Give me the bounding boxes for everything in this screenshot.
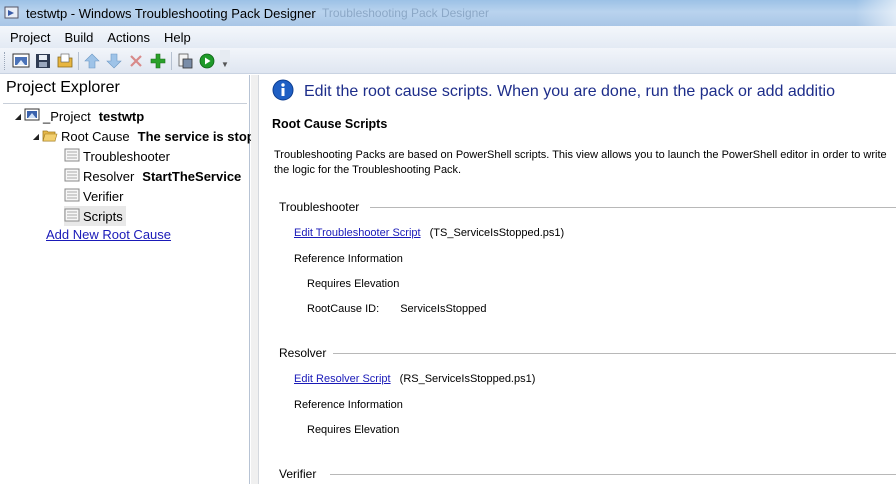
run-icon[interactable] [196,50,218,72]
document-icon [64,148,80,165]
title-glow [856,0,896,26]
folder-icon [42,128,58,145]
toolbar-separator [171,51,172,70]
explorer-divider [3,103,247,104]
document-icon [64,188,80,205]
group-divider [330,474,896,475]
save-icon[interactable] [32,50,54,72]
move-down-icon[interactable] [103,50,125,72]
rootcause-id-value: ServiceIsStopped [400,303,487,315]
edit-resolver-script-link[interactable]: Edit Resolver Script [294,373,391,385]
group-divider [370,207,896,208]
title-bar: testwtp - Windows Troubleshooting Pack D… [0,0,896,26]
tree-item-label: Scripts [83,208,123,224]
troubleshooter-script-file: (TS_ServiceIsStopped.ps1) [429,227,565,239]
tree-item-scripts[interactable]: Scripts [64,206,126,226]
rootcause-id-row: RootCause ID: ServiceIsStopped [307,303,486,315]
resolver-value: StartTheService [142,168,242,184]
resolver-group-title: Resolver [279,346,327,360]
rootcause-id-label: RootCause ID: [307,303,380,315]
tree-item-troubleshooter[interactable]: Troubleshooter [64,146,170,166]
build-icon[interactable] [174,50,196,72]
root-cause-label: Root Cause [61,128,130,144]
troubleshooter-requires-elevation: Requires Elevation [307,278,400,290]
info-message: Edit the root cause scripts. When you ar… [304,82,835,100]
menu-project[interactable]: Project [3,28,57,47]
tree-item-root-cause[interactable]: ◢ Root Cause The service is stop [30,126,255,146]
delete-icon[interactable] [125,50,147,72]
document-icon [64,168,80,185]
explorer-title: Project Explorer [6,79,120,96]
tree-item-project[interactable]: ◢ _Project testwtp [12,106,144,126]
project-label: _Project [43,108,91,124]
section-heading: Root Cause Scripts [272,117,388,131]
info-icon [272,79,294,104]
app-icon [4,5,20,21]
menu-actions[interactable]: Actions [100,28,157,47]
project-properties-icon[interactable] [10,50,32,72]
window-title: testwtp - Windows Troubleshooting Pack D… [26,5,316,21]
troubleshooter-group-title: Troubleshooter [279,200,360,214]
resolver-reference-label: Reference Information [294,399,403,411]
menu-help[interactable]: Help [157,28,198,47]
tree-item-label: Resolver [83,168,135,184]
troubleshooter-reference-label: Reference Information [294,253,403,265]
resolver-requires-elevation: Requires Elevation [307,424,400,436]
add-icon[interactable] [147,50,169,72]
menu-bar: Project Build Actions Help [0,26,896,48]
edit-troubleshooter-script-link[interactable]: Edit Troubleshooter Script [294,227,421,239]
toolbar-separator [78,51,79,70]
toolbar-overflow-chevron-icon[interactable]: ▼ [220,49,230,72]
tree-collapse-icon[interactable]: ◢ [12,106,24,126]
group-divider [333,353,896,354]
section-description: Troubleshooting Packs are based on Power… [274,149,887,176]
tree-item-resolver[interactable]: Resolver StartTheService [64,166,241,186]
menu-build[interactable]: Build [57,28,100,47]
root-cause-value: The service is stop [137,128,255,144]
resolver-script-row: Edit Resolver Script (RS_ServiceIsStoppe… [294,373,535,385]
project-name: testwtp [98,108,145,124]
document-icon [64,208,80,225]
project-icon [24,108,40,125]
content-pane: Edit the root cause scripts. When you ar… [260,75,896,484]
tree-collapse-icon[interactable]: ◢ [30,126,42,146]
add-new-root-cause-link[interactable]: Add New Root Cause [46,227,171,242]
toolbar-grip[interactable] [4,51,7,70]
move-up-icon[interactable] [81,50,103,72]
add-root-cause-row: Add New Root Cause [46,224,171,244]
troubleshooter-script-row: Edit Troubleshooter Script (TS_ServiceIs… [294,227,564,239]
tree-item-label: Troubleshooter [83,148,170,164]
tree-item-label: Verifier [83,188,124,204]
window-title-reflection: Troubleshooting Pack Designer [322,6,489,20]
info-banner: Edit the root cause scripts. When you ar… [272,79,835,104]
tree-item-verifier[interactable]: Verifier [64,186,123,206]
pane-splitter[interactable] [251,75,259,484]
toolbar: ▼ [0,48,896,74]
resolver-script-file: (RS_ServiceIsStopped.ps1) [399,373,536,385]
project-explorer-pane: Project Explorer ◢ _Project testwtp ◢ Ro… [0,75,255,484]
verifier-group-title: Verifier [279,467,317,481]
open-folder-icon[interactable] [54,50,76,72]
